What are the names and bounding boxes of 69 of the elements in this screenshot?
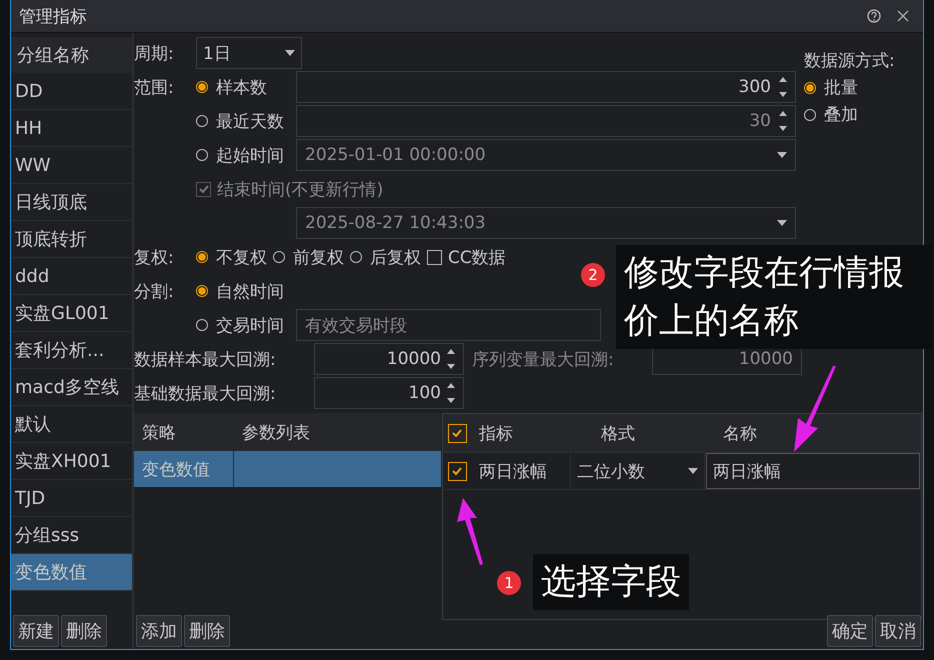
caret-icon — [688, 468, 698, 474]
radio-option[interactable]: 不复权 — [196, 246, 267, 268]
column-header: 策略 — [141, 422, 177, 444]
checkbox[interactable] — [448, 462, 466, 480]
group-list-item[interactable]: macd多空线 — [11, 369, 132, 406]
dialog-button[interactable]: 确定 — [827, 615, 873, 647]
group-list-item[interactable]: 实盘GL001 — [11, 295, 132, 332]
table-cell: 两日涨幅 — [471, 453, 571, 489]
strategy-button[interactable]: 添加 — [136, 615, 182, 647]
strategy-button[interactable]: 删除 — [184, 615, 230, 647]
dialog-button[interactable]: 取消 — [875, 615, 921, 647]
group-list-item[interactable]: 日线顶底 — [11, 184, 132, 221]
column-header: 格式 — [600, 422, 636, 444]
radio-option[interactable]: 样本数 — [196, 76, 290, 98]
group-list-item[interactable]: TJD — [11, 480, 132, 517]
radio-option[interactable]: 叠加 — [804, 103, 917, 126]
number-field[interactable]: 10000 — [314, 343, 464, 375]
checkmark-icon — [452, 467, 462, 475]
format-dropdown[interactable]: 二位小数 — [571, 453, 705, 489]
spin-arrows-icon[interactable] — [779, 76, 787, 98]
group-list-item[interactable]: 实盘XH001 — [11, 443, 132, 480]
group-list-item[interactable]: 顶底转折 — [11, 221, 132, 258]
period-dropdown[interactable]: 1日 — [196, 37, 302, 69]
group-list-header: 分组名称 — [11, 37, 132, 73]
checkmark-icon — [198, 185, 208, 193]
group-list-item[interactable]: ddd — [11, 258, 132, 295]
caret-icon — [777, 220, 787, 226]
form-label: 周期: — [134, 42, 175, 64]
checkbox[interactable] — [448, 424, 466, 442]
form-label: 序列变量最大回溯: — [472, 348, 615, 370]
form-label: 基础数据最大回溯: — [134, 382, 277, 404]
callout-text: 修改字段在行情报价上的名称 — [616, 245, 932, 349]
caret-icon — [285, 50, 295, 56]
callout-text: 选择字段 — [533, 554, 689, 610]
form-label: 分割: — [134, 280, 175, 302]
radio-option[interactable]: 前复权 — [273, 246, 344, 268]
group-list-item[interactable]: 默认 — [11, 406, 132, 443]
column-header: 名称 — [722, 422, 758, 444]
number-field[interactable]: 100 — [314, 377, 464, 409]
column-header: 参数列表 — [241, 422, 311, 444]
help-icon[interactable] — [867, 9, 881, 23]
name-field[interactable]: 两日涨幅 — [706, 453, 920, 489]
spin-arrows-icon[interactable] — [447, 382, 455, 404]
group-list-item[interactable]: WW — [11, 147, 132, 184]
form-label: 数据样本最大回溯: — [134, 348, 277, 370]
checkmark-icon — [452, 429, 462, 437]
form-label: 数据源方式: — [804, 50, 896, 72]
number-field[interactable]: 300 — [296, 71, 796, 103]
group-button[interactable]: 删除 — [61, 615, 107, 647]
radio-option[interactable]: 交易时间 — [196, 314, 290, 336]
text-field[interactable]: 有效交易时段 — [296, 309, 601, 341]
checkbox-option[interactable]: CC数据 — [427, 246, 506, 268]
radio-option[interactable]: 批量 — [804, 76, 917, 99]
radio-option[interactable]: 后复权 — [350, 246, 421, 268]
form-label: 范围: — [134, 76, 175, 98]
form-label: 复权: — [134, 246, 175, 268]
radio-option[interactable]: 自然时间 — [196, 280, 290, 302]
spin-arrows-icon[interactable] — [447, 348, 455, 370]
table-cell: 变色数值 — [134, 451, 234, 487]
group-button[interactable]: 新建 — [13, 615, 59, 647]
caret-icon — [777, 152, 787, 158]
group-list-item[interactable]: 套利分析... — [11, 332, 132, 369]
group-list-item[interactable]: HH — [11, 110, 132, 147]
column-header: 指标 — [478, 422, 514, 444]
close-icon[interactable] — [897, 10, 909, 22]
window-title: 管理指标 — [19, 6, 88, 28]
step-badge: 1 — [497, 571, 521, 595]
step-badge: 2 — [581, 263, 605, 287]
group-list-item[interactable]: DD — [11, 73, 132, 110]
